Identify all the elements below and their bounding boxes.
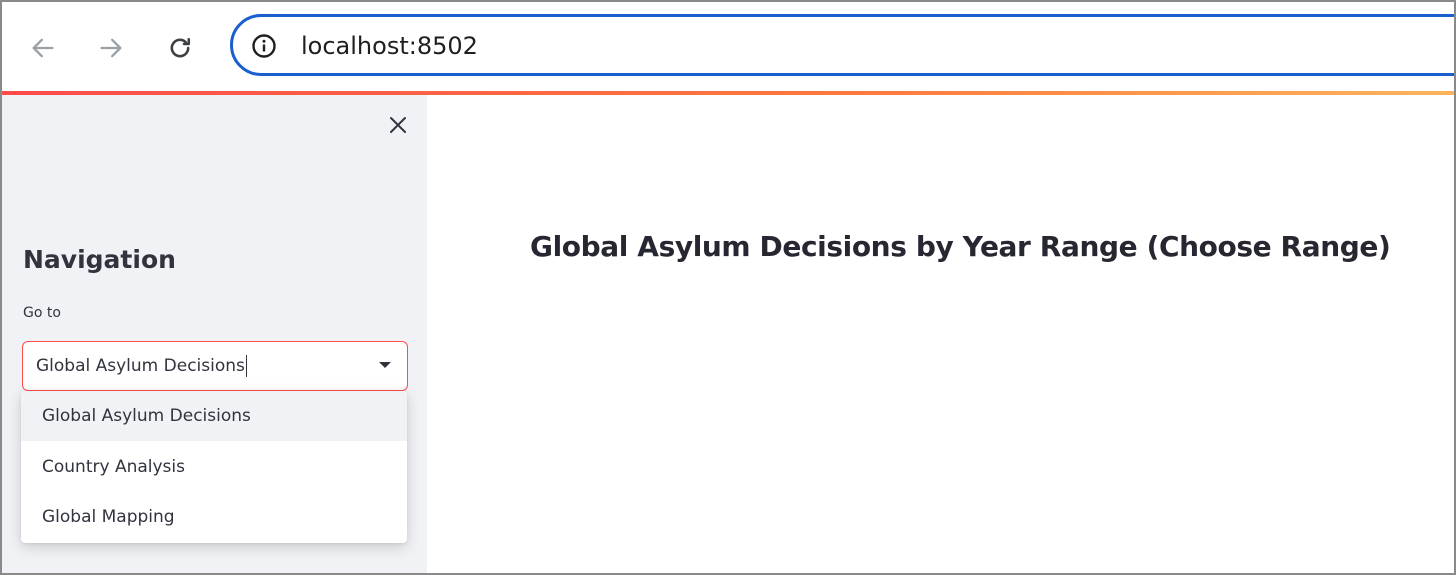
reload-icon: [166, 34, 194, 62]
reload-button[interactable]: [160, 28, 200, 68]
dropdown-option-global-asylum-decisions[interactable]: Global Asylum Decisions: [21, 391, 407, 441]
app-window: localhost:8502 Navigation Go to Global A…: [0, 0, 1456, 575]
select-value[interactable]: Global Asylum Decisions: [36, 355, 248, 377]
arrow-right-icon: [97, 34, 125, 62]
close-icon: [389, 116, 407, 138]
dropdown-option-country-analysis[interactable]: Country Analysis: [21, 442, 407, 492]
chevron-down-icon[interactable]: [379, 362, 391, 368]
browser-toolbar: localhost:8502: [2, 2, 1454, 91]
page-title: Global Asylum Decisions by Year Range (C…: [530, 230, 1391, 263]
url-text[interactable]: localhost:8502: [301, 31, 478, 61]
address-bar[interactable]: localhost:8502: [230, 14, 1454, 76]
dropdown-menu: Global Asylum Decisions Country Analysis…: [21, 391, 407, 543]
main-content: Global Asylum Decisions by Year Range (C…: [427, 95, 1454, 573]
forward-button[interactable]: [91, 28, 131, 68]
sidebar: Navigation Go to Global Asylum Decisions…: [2, 95, 427, 573]
arrow-left-icon: [29, 34, 57, 62]
back-button[interactable]: [23, 28, 63, 68]
select-label: Go to: [23, 305, 61, 321]
sidebar-title: Navigation: [23, 245, 176, 274]
close-sidebar-button[interactable]: [386, 115, 410, 139]
navigation-select[interactable]: Global Asylum Decisions: [22, 341, 408, 391]
select-value-text: Global Asylum Decisions: [36, 356, 245, 376]
text-cursor: [245, 355, 248, 377]
dropdown-option-global-mapping[interactable]: Global Mapping: [21, 492, 407, 542]
info-icon[interactable]: [251, 33, 277, 59]
